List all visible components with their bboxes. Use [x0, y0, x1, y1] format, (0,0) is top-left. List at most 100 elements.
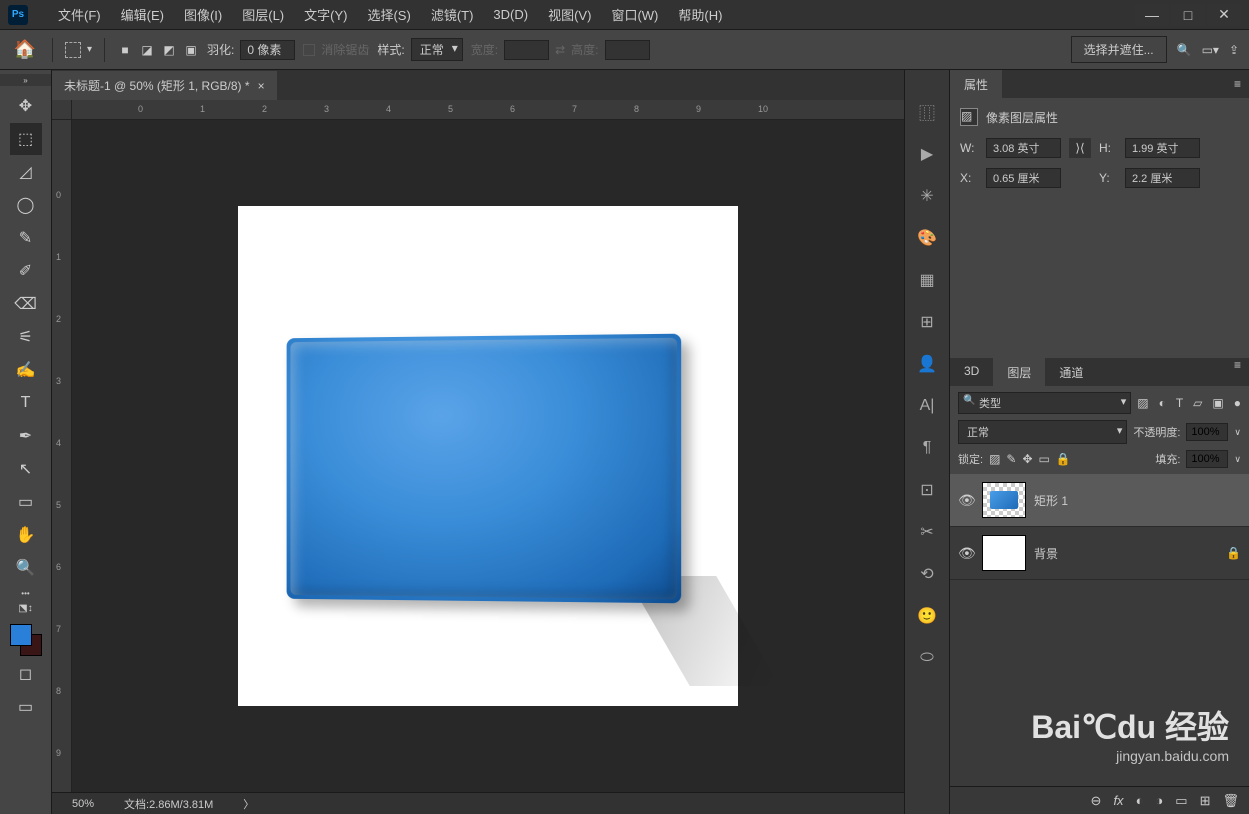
lock-all-icon[interactable]: 🔒: [1056, 452, 1071, 466]
menu-help[interactable]: 帮助(H): [668, 5, 732, 24]
panel-menu-icon[interactable]: ≡: [1226, 77, 1249, 91]
history-panel-icon[interactable]: ⿲: [915, 100, 939, 124]
quick-select-tool[interactable]: ◯: [10, 189, 42, 221]
swatches-panel-icon[interactable]: ▦: [915, 268, 939, 292]
menu-image[interactable]: 图像(I): [174, 5, 232, 24]
feather-input[interactable]: [240, 40, 295, 60]
layer-item[interactable]: 👁 矩形 1: [950, 474, 1249, 527]
filter-toggle-icon[interactable]: ●: [1234, 396, 1241, 410]
toolbar-expand[interactable]: »: [0, 74, 51, 86]
workspace-icon[interactable]: ▭▾: [1202, 43, 1219, 57]
zoom-level[interactable]: 50%: [72, 798, 94, 810]
document-tab[interactable]: 未标题-1 @ 50% (矩形 1, RGB/8) * ×: [52, 71, 277, 100]
layer-thumbnail[interactable]: [982, 535, 1026, 571]
actions-panel-icon[interactable]: ▶: [915, 142, 939, 166]
home-icon[interactable]: 🏠: [10, 35, 40, 65]
rectangle-tool[interactable]: ▭: [10, 486, 42, 518]
modify-panel-icon[interactable]: ✂: [915, 520, 939, 544]
eyedropper-tool[interactable]: ✎: [10, 222, 42, 254]
styles-panel-icon[interactable]: ⊞: [915, 310, 939, 334]
clone-panel-icon[interactable]: ⟲: [915, 562, 939, 586]
y-input[interactable]: [1125, 168, 1200, 188]
color-swatches[interactable]: [8, 622, 44, 658]
menu-view[interactable]: 视图(V): [538, 5, 601, 24]
select-subtract-icon[interactable]: ◩: [161, 42, 177, 58]
select-intersect-icon[interactable]: ▣: [183, 42, 199, 58]
color-panel-icon[interactable]: 🎨: [915, 226, 939, 250]
visibility-icon[interactable]: 👁: [958, 545, 974, 562]
cc-panel-icon[interactable]: 🙂: [915, 604, 939, 628]
filter-shape-icon[interactable]: ▱: [1193, 396, 1202, 410]
libraries-panel-icon[interactable]: ⊡: [915, 478, 939, 502]
fill-input[interactable]: [1186, 450, 1228, 468]
layer-thumbnail[interactable]: [982, 482, 1026, 518]
menu-file[interactable]: 文件(F): [48, 5, 111, 24]
paragraph-panel-icon[interactable]: ¶: [915, 436, 939, 460]
fx-icon[interactable]: fx: [1113, 793, 1123, 808]
search-icon[interactable]: 🔍: [1177, 43, 1192, 57]
menu-type[interactable]: 文字(Y): [294, 5, 357, 24]
menu-window[interactable]: 窗口(W): [601, 5, 668, 24]
tab-layers[interactable]: 图层: [993, 358, 1045, 386]
marquee-icon[interactable]: [65, 42, 81, 58]
hand-tool[interactable]: ✋: [10, 519, 42, 551]
close-button[interactable]: ✕: [1207, 4, 1241, 26]
link-wh-icon[interactable]: ⟩⟨: [1069, 138, 1091, 158]
filter-pixel-icon[interactable]: ▨: [1137, 396, 1148, 410]
status-arrow[interactable]: 〉: [243, 796, 254, 812]
edit-toolbar[interactable]: •••: [0, 589, 51, 599]
foreground-color[interactable]: [10, 624, 32, 646]
tab-channels[interactable]: 通道: [1045, 358, 1097, 386]
path-select-tool[interactable]: ↖: [10, 453, 42, 485]
zoom-tool[interactable]: 🔍: [10, 552, 42, 584]
select-new-icon[interactable]: ■: [117, 42, 133, 58]
adjustment-icon[interactable]: ◑: [1155, 793, 1163, 808]
menu-filter[interactable]: 滤镜(T): [421, 5, 484, 24]
blend-mode-select[interactable]: 正常: [958, 420, 1127, 444]
minimize-button[interactable]: —: [1135, 4, 1169, 26]
healing-tool[interactable]: ⚟: [10, 321, 42, 353]
properties-tab[interactable]: 属性: [950, 70, 1002, 99]
history-brush-tool[interactable]: ✍: [10, 354, 42, 386]
brush-tool[interactable]: ✐: [10, 255, 42, 287]
menu-layer[interactable]: 图层(L): [232, 5, 294, 24]
link-layers-icon[interactable]: ⊖: [1091, 793, 1102, 809]
type-tool[interactable]: T: [10, 387, 42, 419]
menu-edit[interactable]: 编辑(E): [111, 5, 174, 24]
select-add-icon[interactable]: ◪: [139, 42, 155, 58]
tab-3d[interactable]: 3D: [950, 358, 993, 386]
mask-icon[interactable]: ◐: [1136, 793, 1144, 808]
maximize-button[interactable]: □: [1171, 4, 1205, 26]
visibility-icon[interactable]: 👁: [958, 492, 974, 509]
layer-item[interactable]: 👁 背景 🔒: [950, 527, 1249, 580]
lock-position-icon[interactable]: ✥: [1022, 452, 1032, 466]
menu-3d[interactable]: 3D(D): [483, 7, 538, 22]
height-input[interactable]: [1125, 138, 1200, 158]
select-and-mask-button[interactable]: 选择并遮住...: [1071, 36, 1167, 63]
filter-adjust-icon[interactable]: ◐: [1159, 396, 1166, 410]
lasso-tool[interactable]: ◿: [10, 156, 42, 188]
layers-menu-icon[interactable]: ≡: [1226, 358, 1249, 386]
marquee-tool[interactable]: ⬚: [10, 123, 42, 155]
menu-select[interactable]: 选择(S): [357, 5, 420, 24]
swap-colors-icon[interactable]: ⬔↕: [18, 603, 32, 614]
style-select[interactable]: 正常: [411, 38, 463, 61]
quickmask-tool[interactable]: ◻: [10, 658, 42, 690]
move-tool[interactable]: ✥: [10, 90, 42, 122]
adjustments-panel-icon[interactable]: 👤: [915, 352, 939, 376]
width-input[interactable]: [986, 138, 1061, 158]
layer-name[interactable]: 矩形 1: [1034, 492, 1068, 509]
share-icon[interactable]: ⇪: [1229, 43, 1239, 57]
eraser-tool[interactable]: ⌫: [10, 288, 42, 320]
lock-artboard-icon[interactable]: ▭: [1039, 452, 1050, 466]
x-input[interactable]: [986, 168, 1061, 188]
layer-filter-select[interactable]: 类型: [958, 392, 1131, 414]
new-layer-icon[interactable]: ⊞: [1200, 793, 1211, 809]
lock-image-icon[interactable]: ✎: [1006, 452, 1016, 466]
filter-smart-icon[interactable]: ▣: [1212, 396, 1223, 410]
lock-transparency-icon[interactable]: ▨: [989, 452, 1000, 466]
tab-close-icon[interactable]: ×: [258, 79, 265, 93]
screenmode-tool[interactable]: ▭: [10, 691, 42, 723]
filter-type-icon[interactable]: T: [1176, 396, 1183, 410]
opacity-input[interactable]: [1186, 423, 1228, 441]
